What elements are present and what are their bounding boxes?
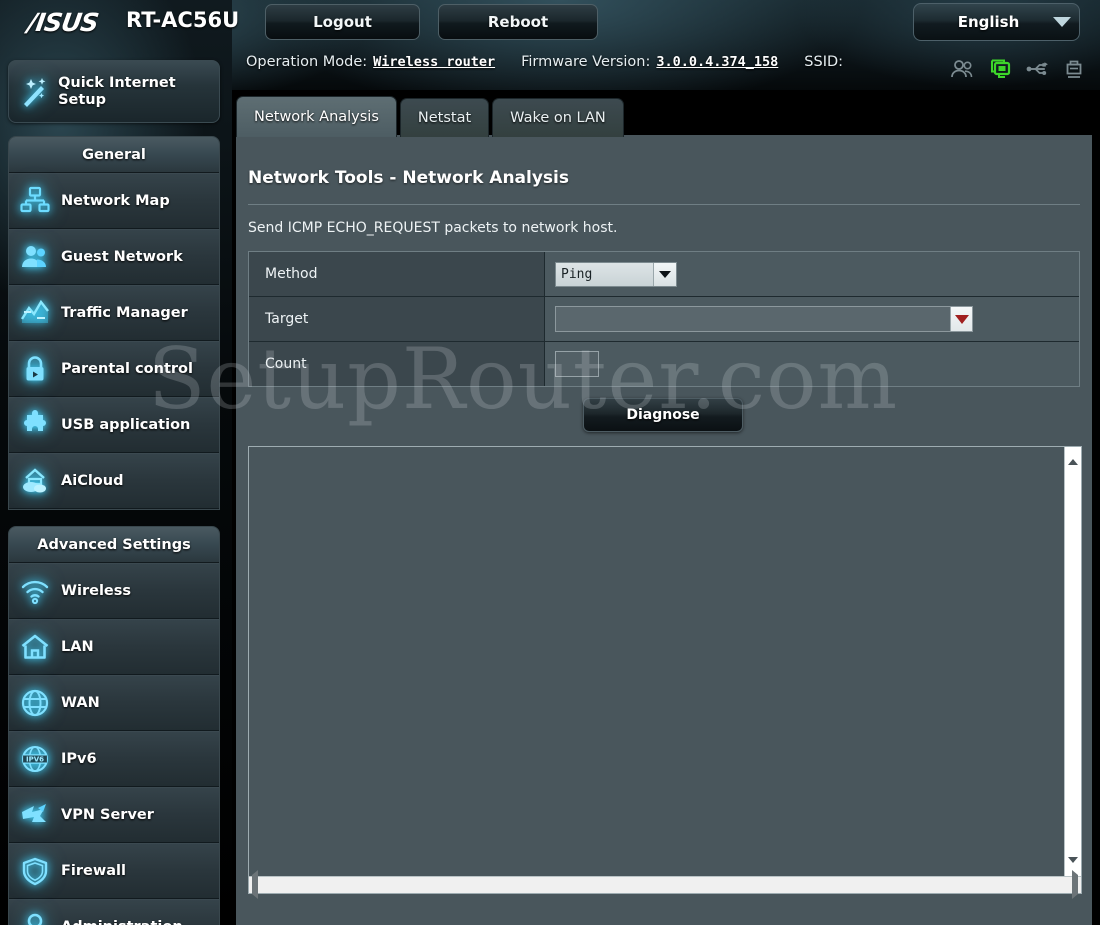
- title-divider: [248, 204, 1080, 205]
- guest-users-icon[interactable]: [950, 59, 974, 79]
- sidebar-group-general-title: General: [9, 137, 219, 173]
- sidebar-item-label: Network Map: [61, 193, 170, 209]
- vpn-key-icon: [9, 800, 61, 830]
- sidebar-item-label: Wireless: [61, 583, 132, 599]
- target-input-wrapper: [555, 306, 973, 332]
- sidebar-item-parental-control[interactable]: Parental control: [9, 341, 219, 397]
- guest-users-icon: [9, 242, 61, 272]
- magic-wand-icon: [9, 75, 58, 109]
- sidebar-item-wireless[interactable]: Wireless: [9, 563, 219, 619]
- person-icon: [9, 912, 61, 925]
- diagnostic-form: Method Ping Target Count: [248, 251, 1080, 387]
- language-selector[interactable]: English: [913, 3, 1080, 41]
- asus-logo: /ISUS: [25, 8, 101, 37]
- page-description: Send ICMP ECHO_REQUEST packets to networ…: [248, 220, 618, 236]
- console-body: [249, 440, 1081, 882]
- sidebar-item-traffic-manager[interactable]: Traffic Manager: [9, 285, 219, 341]
- count-label: Count: [249, 342, 545, 386]
- network-map-icon: [9, 186, 61, 216]
- globe-icon: [9, 688, 61, 718]
- sidebar-item-label: Guest Network: [61, 249, 183, 265]
- method-select-wrapper: Ping: [555, 261, 677, 287]
- sidebar-item-aicloud[interactable]: AiCloud: [9, 453, 219, 509]
- diagnostic-output-console: [248, 440, 1082, 899]
- tab-network-analysis[interactable]: Network Analysis: [236, 96, 397, 137]
- count-input[interactable]: [555, 351, 599, 377]
- firmware-version-value[interactable]: 3.0.0.4.374_158: [656, 54, 778, 70]
- diagnose-button[interactable]: Diagnose: [583, 398, 743, 432]
- wifi-icon: [9, 576, 61, 606]
- tab-bar: Network Analysis Netstat Wake on LAN: [236, 96, 627, 137]
- connected-clients-icon[interactable]: [988, 58, 1012, 79]
- reboot-button[interactable]: Reboot: [438, 4, 598, 40]
- page-title: Network Tools - Network Analysis: [248, 168, 569, 188]
- target-input[interactable]: [555, 306, 973, 332]
- sidebar-item-label: WAN: [61, 695, 100, 711]
- shield-icon: [9, 856, 61, 886]
- puzzle-piece-icon: [9, 410, 61, 440]
- tab-wake-on-lan[interactable]: Wake on LAN: [492, 98, 624, 137]
- console-vertical-scrollbar[interactable]: [1064, 440, 1081, 882]
- sidebar-item-administration[interactable]: Administration: [9, 899, 219, 925]
- house-icon: [9, 632, 61, 662]
- sidebar-item-label: IPv6: [61, 751, 97, 767]
- sidebar-item-ipv6[interactable]: IPV6 IPv6: [9, 731, 219, 787]
- sidebar-item-wan[interactable]: WAN: [9, 675, 219, 731]
- usb-icon[interactable]: [1026, 60, 1050, 78]
- traffic-chart-icon: [9, 298, 61, 328]
- target-field: [545, 297, 1079, 341]
- sidebar-item-usb-application[interactable]: USB application: [9, 397, 219, 453]
- sidebar-group-advanced-title: Advanced Settings: [9, 527, 219, 563]
- sidebar-item-network-map[interactable]: Network Map: [9, 173, 219, 229]
- ssid-label: SSID:: [804, 54, 844, 70]
- cloud-house-icon: [9, 466, 61, 496]
- count-field: [545, 342, 1079, 386]
- method-select[interactable]: Ping: [555, 261, 677, 287]
- sidebar-item-label: USB application: [61, 417, 191, 433]
- form-row-method: Method Ping: [249, 252, 1079, 297]
- logout-button[interactable]: Logout: [265, 4, 420, 40]
- quick-internet-setup-button[interactable]: Quick Internet Setup: [8, 60, 220, 123]
- sidebar-item-vpn-server[interactable]: VPN Server: [9, 787, 219, 843]
- sidebar-item-firewall[interactable]: Firewall: [9, 843, 219, 899]
- sidebar-group-general: General Network Map Guest Network Traffi…: [8, 136, 220, 510]
- sidebar-item-label: VPN Server: [61, 807, 154, 823]
- sidebar-item-label: Traffic Manager: [61, 305, 188, 321]
- form-row-target: Target: [249, 297, 1079, 342]
- ipv6-globe-icon: IPV6: [9, 744, 61, 774]
- sidebar-item-label: AiCloud: [61, 473, 124, 489]
- operation-mode-value[interactable]: Wireless router: [373, 54, 495, 70]
- top-header: /ISUS RT-AC56U Logout Reboot English: [0, 0, 1100, 45]
- chevron-down-icon: [1045, 17, 1079, 27]
- method-label: Method: [249, 252, 545, 296]
- console-horizontal-scrollbar[interactable]: [249, 870, 1081, 899]
- sidebar-item-guest-network[interactable]: Guest Network: [9, 229, 219, 285]
- router-model-name: RT-AC56U: [126, 8, 240, 32]
- sidebar-item-label: Firewall: [61, 863, 126, 879]
- form-row-count: Count: [249, 342, 1079, 386]
- svg-text:IPV6: IPV6: [26, 756, 44, 764]
- router-admin-page: /ISUS RT-AC56U Logout Reboot English Ope…: [0, 0, 1100, 925]
- sidebar-item-label: Parental control: [61, 361, 193, 377]
- method-field: Ping: [545, 252, 1079, 296]
- tab-netstat[interactable]: Netstat: [399, 98, 490, 137]
- sidebar-item-label: LAN: [61, 639, 94, 655]
- quick-internet-setup-label: Quick Internet Setup: [58, 74, 176, 108]
- sidebar-group-advanced: Advanced Settings Wireless LAN WAN IPV6 …: [8, 526, 220, 925]
- padlock-icon: [9, 354, 61, 384]
- printer-icon[interactable]: [1064, 59, 1084, 79]
- content-panel: Network Tools - Network Analysis Send IC…: [236, 135, 1092, 925]
- firmware-version-label: Firmware Version:: [521, 54, 651, 70]
- target-label: Target: [249, 297, 545, 341]
- status-info-bar: Operation Mode: Wireless router Firmware…: [246, 50, 849, 74]
- language-label: English: [957, 13, 1020, 31]
- sidebar-item-label: Administration: [61, 919, 183, 925]
- autocomplete-arrow-icon[interactable]: [950, 307, 972, 331]
- status-icon-tray: [950, 58, 1084, 79]
- console-output-text[interactable]: [249, 447, 1064, 876]
- sidebar-item-lan[interactable]: LAN: [9, 619, 219, 675]
- operation-mode-label: Operation Mode:: [246, 54, 368, 70]
